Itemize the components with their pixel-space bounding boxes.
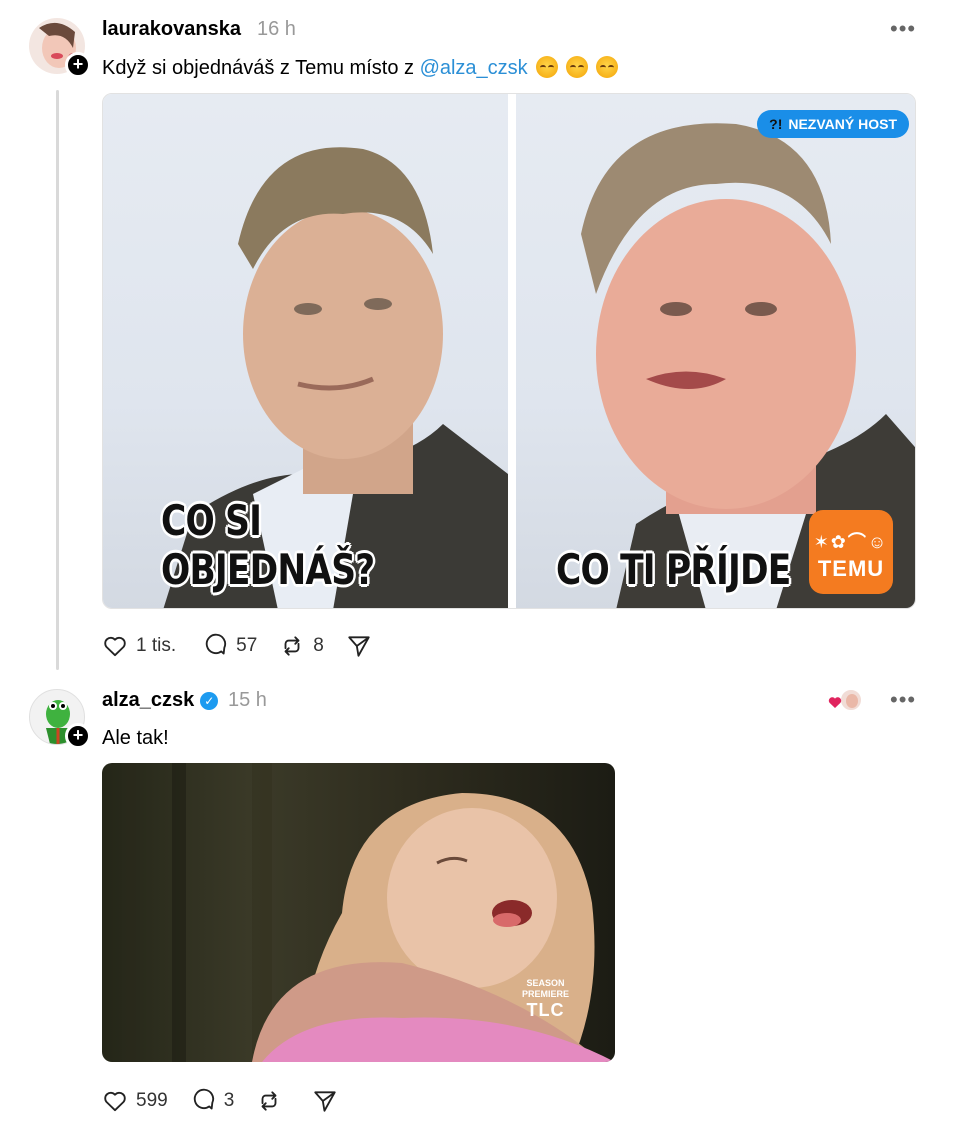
- verified-badge-icon: ✓: [200, 692, 219, 710]
- post-gif[interactable]: SEASON PREMIERE TLC: [102, 763, 615, 1062]
- heart-icon: [104, 1091, 126, 1112]
- comment-button[interactable]: 3: [190, 1088, 235, 1114]
- post-alza_czsk: + alza_czsk ✓ 15 h ••• Ale tak! SEASON PR…: [0, 0, 970, 1134]
- username-text: alza_czsk: [102, 689, 195, 711]
- post-username[interactable]: alza_czsk ✓: [102, 689, 219, 712]
- like-count: 599: [136, 1090, 168, 1111]
- share-button[interactable]: [312, 1088, 346, 1114]
- like-button[interactable]: 599: [102, 1088, 168, 1114]
- more-options-icon[interactable]: •••: [890, 687, 916, 713]
- liked-by-author-indicator: [827, 688, 865, 714]
- watermark-logo: TLC: [526, 1000, 565, 1020]
- watermark-line1: SEASON: [526, 978, 565, 988]
- post-text: Ale tak!: [102, 727, 169, 749]
- post-time[interactable]: 15 h: [228, 689, 267, 712]
- follow-plus-icon[interactable]: +: [65, 723, 91, 749]
- send-icon: [314, 1091, 336, 1112]
- avatar-alza_czsk[interactable]: +: [29, 689, 91, 749]
- repost-button[interactable]: [256, 1088, 290, 1114]
- comment-count: 3: [223, 1090, 235, 1111]
- repost-icon: [261, 1091, 277, 1111]
- tlc-watermark: SEASON PREMIERE TLC: [522, 978, 569, 1020]
- post-actions: 599 3: [102, 1086, 368, 1116]
- comment-bubble-icon: [193, 1088, 214, 1110]
- watermark-line2: PREMIERE: [522, 989, 570, 999]
